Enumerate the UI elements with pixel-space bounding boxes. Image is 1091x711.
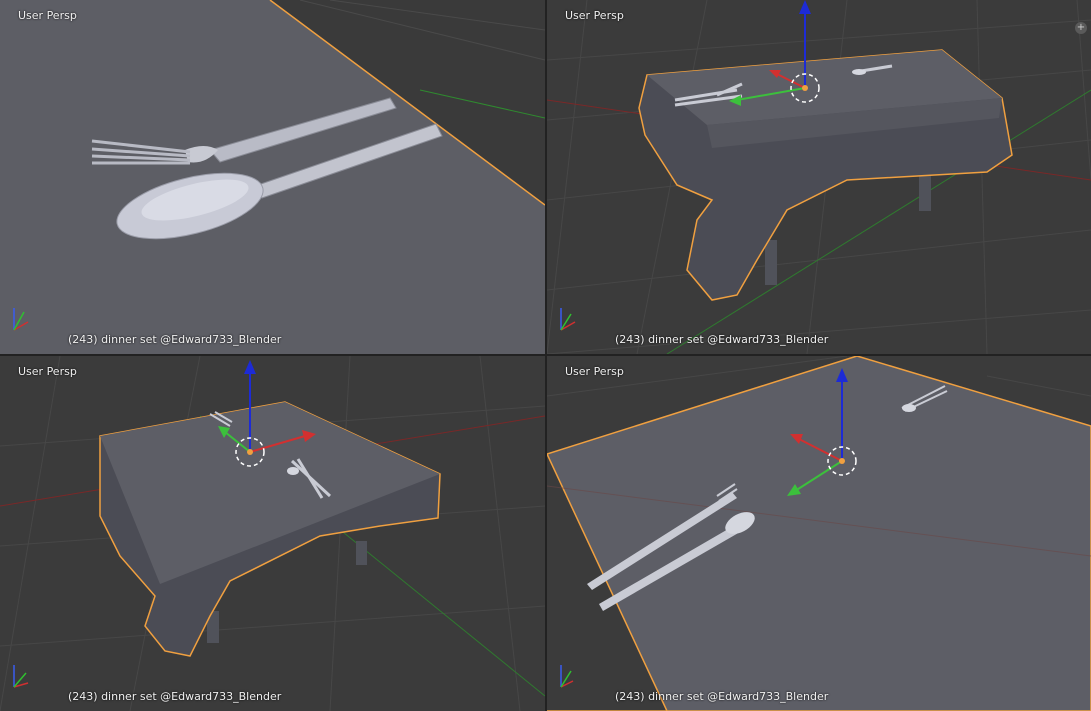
viewport-scene — [547, 0, 1091, 354]
table-leg — [919, 175, 931, 211]
axis-gizmo-icon — [13, 665, 29, 688]
object-status-text: (243) dinner set @Edward733_Blender — [68, 333, 282, 346]
axis-gizmo-icon — [560, 665, 574, 688]
view-mode-label: User Persp — [18, 9, 77, 22]
viewport-scene — [547, 356, 1091, 711]
viewport-top-right[interactable]: + User Persp (243) dinner set @Edward733… — [547, 0, 1091, 354]
viewport-bottom-left[interactable]: User Persp (243) dinner set @Edward733_B… — [0, 356, 545, 711]
axis-gizmo-icon — [560, 308, 576, 331]
view-mode-label: User Persp — [18, 365, 77, 378]
viewport-scene — [0, 356, 545, 711]
viewport-scene — [0, 0, 545, 354]
table-leg — [356, 541, 367, 565]
viewport-top-left[interactable]: User Persp (243) dinner set @Edward733_B… — [0, 0, 545, 354]
viewport-divider-horizontal[interactable] — [0, 354, 1091, 356]
view-mode-label: User Persp — [565, 365, 624, 378]
viewport-split-icon[interactable]: + — [1075, 22, 1087, 34]
axis-gizmo-icon — [13, 308, 29, 331]
table-leg — [765, 240, 777, 285]
object-status-text: (243) dinner set @Edward733_Blender — [68, 690, 282, 703]
view-mode-label: User Persp — [565, 9, 624, 22]
object-status-text: (243) dinner set @Edward733_Blender — [615, 333, 829, 346]
viewport-bottom-right[interactable]: User Persp (243) dinner set @Edward733_B… — [547, 356, 1091, 711]
object-status-text: (243) dinner set @Edward733_Blender — [615, 690, 829, 703]
